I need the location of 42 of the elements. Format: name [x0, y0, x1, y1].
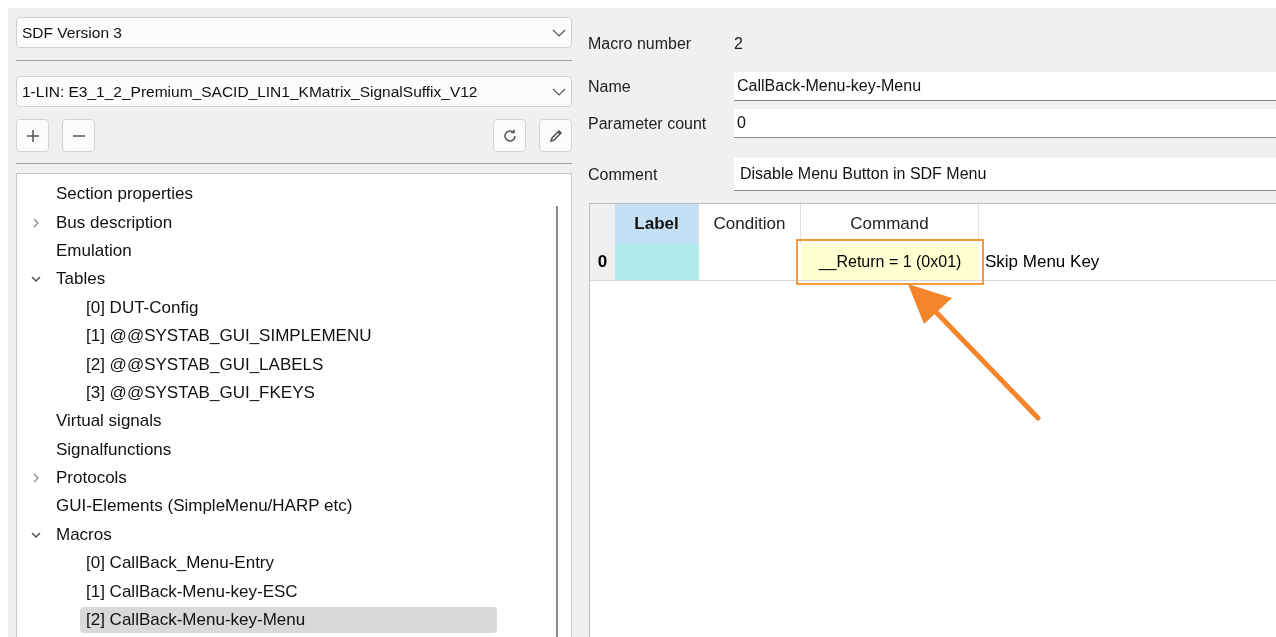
- table-cell[interactable]: [615, 244, 699, 280]
- dropdown-select[interactable]: 1-LIN: E3_1_2_Premium_SACID_LIN1_KMatrix_SignalSuffix_V12: [16, 76, 572, 107]
- field-label: Macro number: [588, 34, 693, 54]
- tree-item[interactable]: GUI-Elements (SimpleMenu/HARP etc): [55, 493, 353, 520]
- column-header[interactable]: Command: [801, 204, 979, 244]
- tree-item[interactable]: Tables: [55, 266, 106, 293]
- macro-number: 2: [734, 34, 743, 54]
- refresh-button[interactable]: [493, 119, 526, 152]
- tree-item[interactable]: Signalfunctions: [55, 436, 172, 463]
- tree-item[interactable]: Section properties: [55, 181, 194, 208]
- tree-item[interactable]: Virtual signals: [55, 408, 162, 435]
- tree-item[interactable]: Protocols: [55, 465, 127, 492]
- column-header[interactable]: Label: [615, 204, 699, 244]
- pencil-icon: [547, 127, 564, 144]
- minus-icon: [71, 134, 86, 137]
- add-button[interactable]: [16, 119, 49, 152]
- dropdown-chevron-icon: [552, 28, 566, 37]
- refresh-icon: [501, 127, 518, 144]
- text-field[interactable]: 0: [734, 109, 1276, 138]
- edit-button[interactable]: [539, 119, 572, 152]
- tree-item[interactable]: Emulation: [55, 237, 132, 264]
- row-number: 0: [590, 244, 615, 280]
- plus-icon: [24, 127, 41, 144]
- field-label: Parameter count: [588, 113, 708, 134]
- tree-item[interactable]: [3] @@SYSTAB_GUI_FKEYS: [85, 379, 315, 406]
- tree-item[interactable]: [2] @@SYSTAB_GUI_LABELS: [85, 351, 324, 378]
- dropdown-chevron-icon: [552, 87, 566, 96]
- text-field[interactable]: Disable Menu Button in SDF Menu: [734, 158, 1276, 191]
- tree-item[interactable]: [0] CallBack_Menu-Entry: [85, 550, 275, 577]
- field-label: Comment: [588, 164, 659, 185]
- table-cell-text: Skip Menu Key: [984, 251, 1100, 274]
- tree-item[interactable]: [2] CallBack-Menu-key-Menu: [80, 607, 498, 634]
- tree-item[interactable]: Bus description: [55, 209, 173, 236]
- tree-item[interactable]: [0] DUT-Config: [85, 294, 199, 321]
- scrollbar[interactable]: [556, 206, 558, 637]
- field-label: Name: [588, 76, 632, 97]
- remove-button[interactable]: [62, 119, 95, 152]
- tree-item[interactable]: [1] @@SYSTAB_GUI_SIMPLEMENU: [85, 323, 372, 350]
- tree-item[interactable]: Macros: [55, 521, 112, 548]
- dropdown-select[interactable]: SDF Version 3: [16, 17, 572, 48]
- tree-item[interactable]: [1] CallBack-Menu-key-ESC: [85, 578, 298, 605]
- text-field[interactable]: CallBack-Menu-key-Menu: [734, 72, 1276, 101]
